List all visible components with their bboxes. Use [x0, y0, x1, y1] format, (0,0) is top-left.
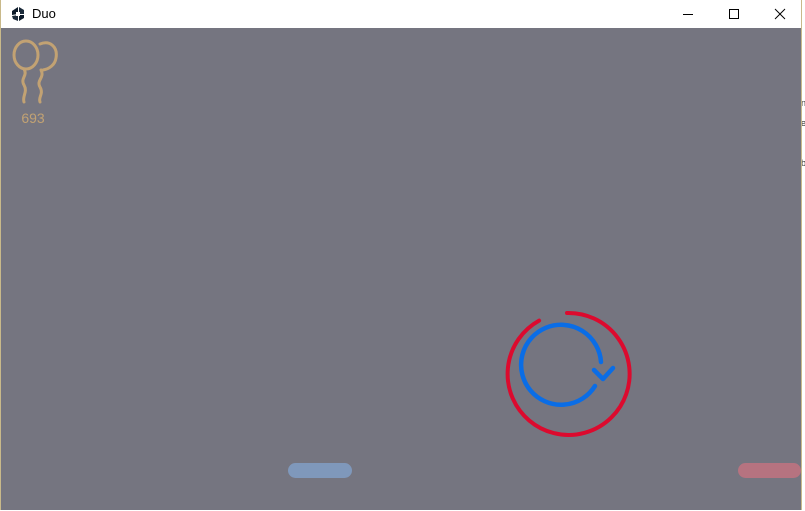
red-paddle[interactable] [738, 463, 801, 478]
game-canvas[interactable]: 693 [1, 28, 801, 510]
score-counter: 693 [21, 110, 45, 126]
close-button[interactable] [757, 0, 803, 28]
close-icon [774, 8, 786, 20]
maximize-icon [729, 9, 739, 19]
app-logo-icon [12, 7, 24, 21]
minimize-icon [683, 14, 693, 15]
app-window: Duo 693 [0, 0, 802, 510]
title-bar[interactable]: Duo [1, 0, 801, 28]
restart-icon[interactable] [500, 308, 632, 440]
maximize-button[interactable] [711, 0, 757, 28]
blue-paddle[interactable] [288, 463, 352, 478]
minimize-button[interactable] [665, 0, 711, 28]
window-title: Duo [32, 6, 56, 21]
balloons-icon [12, 39, 58, 104]
